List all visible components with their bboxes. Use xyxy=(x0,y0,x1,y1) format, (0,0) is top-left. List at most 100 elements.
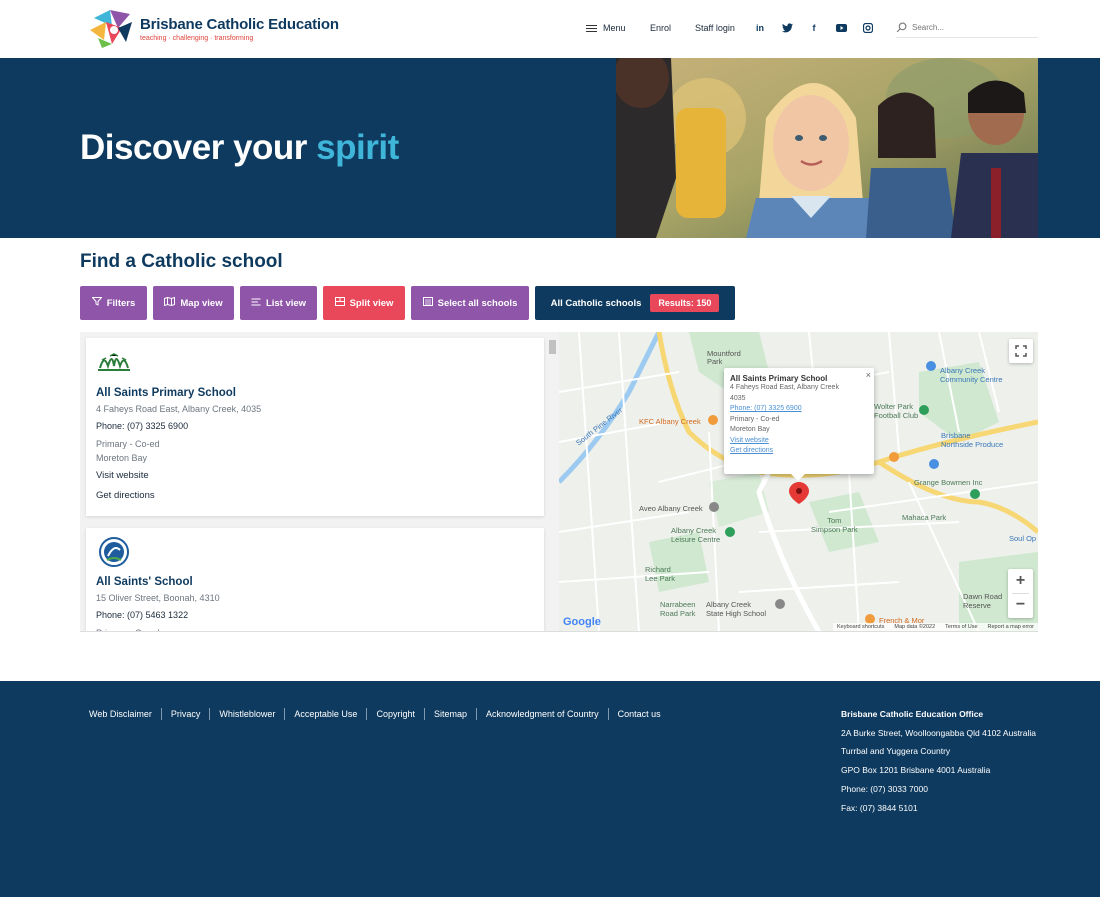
select-all-icon xyxy=(422,297,433,309)
map-label: KFC Albany Creek xyxy=(639,417,701,426)
search-input[interactable] xyxy=(912,23,1032,32)
map-label: Albany Creek Community Centre xyxy=(940,366,1003,384)
school-name[interactable]: All Saints Primary School xyxy=(96,387,236,399)
map-view-button[interactable]: Map view xyxy=(153,286,234,320)
school-logo-icon xyxy=(98,353,130,371)
keyboard-shortcuts-link[interactable]: Keyboard shortcuts xyxy=(837,624,884,631)
report-error-link[interactable]: Report a map error xyxy=(988,624,1034,631)
footer-link-web-disclaimer[interactable]: Web Disclaimer xyxy=(89,709,152,719)
school-phone[interactable]: Phone: (07) 5463 1322 xyxy=(96,610,188,620)
list-view-label: List view xyxy=(265,297,307,309)
get-directions-link[interactable]: Get directions xyxy=(96,490,155,501)
map-label: Dawn Road Reserve xyxy=(963,592,1003,610)
office-title: Brisbane Catholic Education Office xyxy=(841,709,984,719)
twitter-icon[interactable] xyxy=(780,21,794,35)
map-label: Brisbane Northside Produce xyxy=(941,431,1004,449)
office-phone[interactable]: Phone: (07) 3033 7000 xyxy=(841,780,1036,799)
footer-link-acknowledgment[interactable]: Acknowledgment of Country xyxy=(486,709,599,719)
office-fax: Fax: (07) 3844 5101 xyxy=(841,802,918,813)
map-info-popup: × All Saints Primary School 4 Faheys Roa… xyxy=(724,368,874,481)
youtube-icon[interactable] xyxy=(834,21,848,35)
popup-type: Primary - Co-ed xyxy=(730,415,780,423)
office-country: Turrbal and Yuggera Country xyxy=(841,746,951,757)
school-region: Moreton Bay xyxy=(96,453,148,463)
hero-title: Discover your spirit xyxy=(80,128,399,168)
staff-login-link[interactable]: Staff login xyxy=(695,20,735,36)
school-scope-label: All Catholic schools xyxy=(550,297,642,309)
search-icon[interactable] xyxy=(896,22,907,33)
split-view-button[interactable]: Split view xyxy=(323,286,405,320)
map-attribution: Keyboard shortcuts Map data ©2022 Terms … xyxy=(832,623,1038,631)
close-icon[interactable]: × xyxy=(866,370,871,380)
school-map[interactable]: Mountford Park Albany Creek Community Cent… xyxy=(559,332,1038,631)
instagram-icon[interactable] xyxy=(861,21,875,35)
footer-link-sitemap[interactable]: Sitemap xyxy=(434,709,467,719)
hero-title-accent: spirit xyxy=(316,128,399,167)
hero-title-start: Discover your xyxy=(80,128,317,167)
list-view-button[interactable]: List view xyxy=(240,286,317,320)
popup-visit-website-link[interactable]: Visit website xyxy=(730,436,868,447)
school-name[interactable]: All Saints' School xyxy=(96,576,193,588)
footer-link-acceptable-use[interactable]: Acceptable Use xyxy=(294,709,357,719)
linkedin-icon[interactable]: in xyxy=(753,21,767,35)
site-header: Brisbane Catholic Education teaching · c… xyxy=(0,0,1100,58)
filters-button[interactable]: Filters xyxy=(80,286,147,320)
filter-icon xyxy=(91,297,103,309)
map-label: Wolter Park Football Club xyxy=(874,402,919,420)
logo-mark-icon xyxy=(90,10,132,48)
map-data-label: Map data ©2022 xyxy=(894,624,936,630)
select-all-schools-button[interactable]: Select all schools xyxy=(411,286,529,320)
popup-get-directions-link[interactable]: Get directions xyxy=(730,446,868,457)
scrollbar-thumb[interactable] xyxy=(549,340,556,354)
list-icon xyxy=(251,298,261,309)
zoom-in-button[interactable]: + xyxy=(1016,569,1025,593)
menu-button[interactable]: Menu xyxy=(586,20,626,36)
map-label: Narrabeen Road Park xyxy=(660,600,696,618)
menu-label: Menu xyxy=(603,23,626,33)
visit-website-link[interactable]: Visit website xyxy=(96,470,149,481)
split-view-icon xyxy=(334,297,345,309)
school-card: All Saints Primary School 4 Faheys Road … xyxy=(86,338,544,516)
map-label: Albany Creek Leisure Centre xyxy=(671,526,721,544)
office-address: Brisbane Catholic Education Office 2A Bu… xyxy=(841,705,1036,817)
terms-link[interactable]: Terms of Use xyxy=(945,624,977,631)
footer-link-copyright[interactable]: Copyright xyxy=(376,709,415,719)
map-label: Grange Bowmen Inc xyxy=(914,478,983,487)
facebook-icon[interactable]: f xyxy=(807,21,821,35)
menu-icon xyxy=(586,24,597,32)
footer-link-whistleblower[interactable]: Whistleblower xyxy=(219,709,275,719)
google-logo: Google xyxy=(563,616,601,628)
popup-school-name: All Saints Primary School xyxy=(730,374,828,383)
school-address: 4 Faheys Road East, Albany Creek, 4035 xyxy=(96,404,262,414)
footer-link-contact[interactable]: Contact us xyxy=(618,709,661,719)
list-scrollbar[interactable] xyxy=(548,332,556,631)
site-logo[interactable]: Brisbane Catholic Education teaching · c… xyxy=(88,8,339,50)
map-label: Mountford Park xyxy=(707,349,741,366)
school-phone[interactable]: Phone: (07) 3325 6900 xyxy=(96,421,188,431)
map-view-label: Map view xyxy=(180,297,223,309)
logo-title: Brisbane Catholic Education xyxy=(140,16,339,33)
map-label: Aveo Albany Creek xyxy=(639,504,703,513)
split-view-label: Split view xyxy=(349,297,394,309)
results-badge: Results: 150 xyxy=(650,294,720,312)
school-scope-selector[interactable]: All Catholic schools Results: 150 xyxy=(535,286,735,320)
map-label: Tom Simpson Park xyxy=(811,516,858,534)
enrol-link[interactable]: Enrol xyxy=(650,20,671,36)
fullscreen-icon[interactable] xyxy=(1009,339,1033,363)
zoom-out-button[interactable]: − xyxy=(1016,594,1025,618)
office-street: 2A Burke Street, Woolloongabba Qld 4102 … xyxy=(841,727,1036,738)
map-icon xyxy=(164,296,176,309)
logo-tagline: teaching · challenging · transforming xyxy=(140,35,254,42)
map-label: Richard Lee Park xyxy=(645,565,676,583)
search-bar xyxy=(896,18,1038,38)
map-label: Albany Creek State High School xyxy=(706,600,767,618)
popup-phone-link[interactable]: Phone: (07) 3325 6900 xyxy=(730,404,868,415)
hero-banner: Discover your spirit xyxy=(0,58,1100,238)
map-label: Mahaca Park xyxy=(902,513,947,522)
map-label: Soul Op xyxy=(1009,534,1037,543)
zoom-controls: + − xyxy=(1008,569,1033,618)
site-footer: Web Disclaimer Privacy Whistleblower Acc… xyxy=(0,681,1100,897)
school-list[interactable]: All Saints Primary School 4 Faheys Road … xyxy=(80,332,558,631)
footer-link-privacy[interactable]: Privacy xyxy=(171,709,201,719)
office-po-box: GPO Box 1201 Brisbane 4001 Australia xyxy=(841,765,991,776)
